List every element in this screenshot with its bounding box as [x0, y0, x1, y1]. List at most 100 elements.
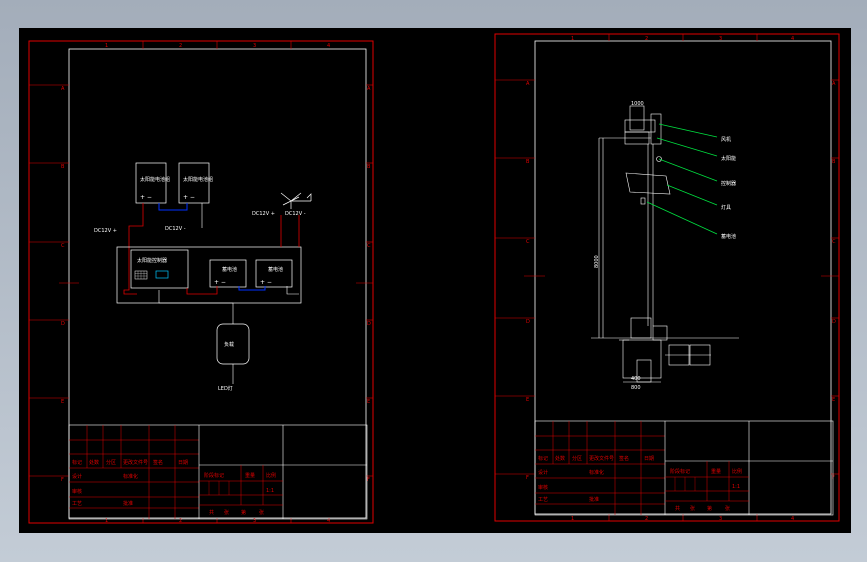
s2-col-1: 1 [571, 36, 574, 42]
s1-col-4: 4 [327, 43, 330, 49]
label-dc12v-plus-2: DC12V + [252, 211, 275, 217]
s2-col-4-bottom: 4 [791, 516, 794, 522]
tb1-no: 第 [241, 509, 246, 516]
base-dim-2: 800 [631, 385, 641, 391]
load-label: 负载 [224, 341, 234, 348]
s2-row-d: D [526, 319, 530, 325]
s1-row-d: D [61, 321, 65, 327]
tb1-total: 共 [209, 509, 214, 516]
callouts: 风机 太阳能 控制器 灯具 蓄电池 [646, 123, 736, 240]
tb1-process: 工艺 [72, 501, 82, 507]
panel-2-label: 太阳能电池组 [183, 176, 213, 183]
tb2-design: 设计 [538, 469, 548, 476]
tb1-change: 更改文件号 [123, 459, 148, 466]
s1-row-c: C [61, 243, 65, 249]
panel-2-plus: + − [183, 194, 195, 201]
tb2-ratio: 比例 [732, 468, 742, 475]
tb2-sign: 签名 [619, 455, 629, 462]
schematic: 太阳能电池组 太阳能电池组 + − + − DC12V + DC12V - DC… [94, 162, 312, 392]
s2-row-c-right: C [832, 239, 836, 245]
cad-drawing: 1 2 3 4 1 2 3 4 A B C D E F A B C D E F … [28, 33, 840, 524]
battery-2-terminals: + − [260, 279, 272, 286]
tb2-no: 第 [707, 505, 712, 512]
battery-1-label: 蓄电池 [222, 266, 237, 273]
callout-solar: 太阳能 [721, 155, 736, 162]
callout-wind: 风机 [721, 136, 731, 143]
tb1-review: 审核 [72, 488, 82, 495]
s1-row-b: B [61, 164, 65, 170]
tb2-standard: 标准化 [589, 469, 604, 476]
s2-row-b-right: B [832, 159, 836, 165]
s2-row-e-right: E [832, 397, 835, 403]
tb1-scale: 1:1 [266, 488, 274, 494]
tb2-review: 审核 [538, 484, 548, 491]
tb2-approve: 批准 [589, 496, 599, 503]
s2-row-a: A [526, 81, 530, 87]
s1-col-2: 2 [179, 43, 182, 49]
battery-1-terminals: + − [214, 279, 226, 286]
s1-row-c-right: C [367, 243, 371, 249]
tb1-date: 日期 [178, 460, 188, 466]
bottom-code: LED灯 [218, 385, 233, 392]
tb2-zone: 分区 [572, 455, 582, 462]
tb2-change: 更改文件号 [589, 455, 614, 462]
controller-label: 太阳能控制器 [137, 257, 167, 264]
s2-col-3: 3 [719, 36, 722, 42]
sheet-2: 1 2 3 4 1 2 3 4 A B C D E F A B C D E F … [494, 33, 840, 522]
tb1-mark: 标记 [72, 459, 82, 466]
callout-controller: 控制器 [721, 180, 736, 187]
s2-col-2-bottom: 2 [645, 516, 648, 522]
s1-row-f-right: F [367, 477, 370, 483]
tb1-weight: 重量 [245, 472, 255, 479]
pole-assembly: 1000 8000 400 800 [591, 101, 739, 391]
s1-row-a-right: A [367, 86, 371, 92]
top-dimension: 1000 [631, 101, 644, 107]
pole-height-dim: 8000 [594, 255, 600, 268]
callout-battery: 蓄电池 [721, 233, 736, 240]
tb2-mark: 标记 [538, 455, 548, 462]
tb2-sheets: 张 [690, 505, 695, 512]
s2-col-3-bottom: 3 [719, 516, 722, 522]
s2-row-a-right: A [832, 81, 836, 87]
sheet1-outer-frame [28, 40, 374, 524]
s1-row-e-right: E [367, 399, 370, 405]
tb2-sheet: 张 [725, 505, 730, 512]
tb2-date: 日期 [644, 456, 654, 462]
tb2-scale: 1:1 [732, 484, 740, 490]
tb2-count: 处数 [555, 455, 565, 462]
s2-row-f: F [526, 475, 529, 481]
s2-col-1-bottom: 1 [571, 516, 574, 522]
s2-row-b: B [526, 159, 530, 165]
s1-row-d-right: D [367, 321, 371, 327]
sheet2-title-block: 标记 处数 分区 更改文件号 签名 日期 设计 标准化 审核 工艺 批准 阶段标… [534, 420, 834, 516]
sheet2-inner-frame [534, 40, 832, 515]
s1-row-a: A [61, 86, 65, 92]
s2-row-c: C [526, 239, 530, 245]
wind-turbine [280, 192, 312, 209]
s2-row-d-right: D [832, 319, 836, 325]
sheet1-title-block: 标记 处数 分区 更改文件号 签名 日期 设计 标准化 审核 工艺 批准 阶段标… [68, 424, 368, 520]
s2-col-4: 4 [791, 36, 794, 42]
cad-viewport[interactable]: 1 2 3 4 1 2 3 4 A B C D E F A B C D E F … [19, 28, 851, 533]
tb2-stage: 阶段标记 [670, 468, 690, 475]
sheet2-outer-frame [494, 33, 840, 522]
tb2-process: 工艺 [538, 497, 548, 503]
s2-row-f-right: F [832, 475, 835, 481]
label-dc12v-minus-1: DC12V - [165, 226, 186, 232]
panel-1-label: 太阳能电池组 [140, 176, 170, 183]
controller [130, 249, 189, 289]
tb1-approve: 批准 [123, 500, 133, 507]
label-dc12v-minus-2: DC12V - [285, 211, 306, 217]
system-box [116, 246, 302, 304]
s1-col-1: 1 [105, 43, 108, 49]
s2-col-2: 2 [645, 36, 648, 42]
tb1-count: 处数 [89, 459, 99, 466]
s1-row-b-right: B [367, 164, 371, 170]
s1-row-e: E [61, 399, 64, 405]
label-dc12v-plus-1: DC12V + [94, 228, 117, 234]
tb1-ratio: 比例 [266, 472, 276, 479]
s1-col-3: 3 [253, 43, 256, 49]
tb1-design: 设计 [72, 473, 82, 480]
tb1-zone: 分区 [106, 459, 116, 466]
tb2-weight: 重量 [711, 468, 721, 475]
